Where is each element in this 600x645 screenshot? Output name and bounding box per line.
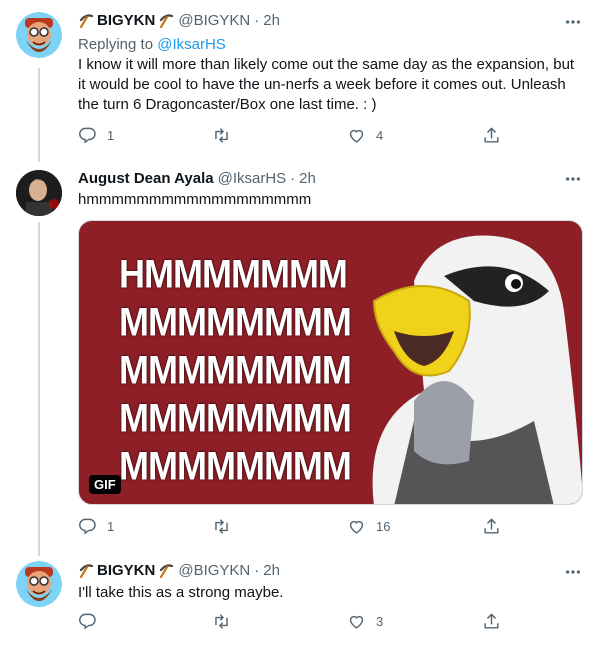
replying-to: Replying to @IksarHS (78, 36, 226, 53)
tweet-1[interactable]: BIGYKN @BIGYKN · 2h Replying to @IksarHS… (0, 0, 600, 160)
gif-text-line: MMMMMMMM (119, 347, 352, 393)
retweet-button[interactable] (212, 612, 241, 631)
like-icon (349, 520, 364, 534)
user-handle[interactable]: @IksarHS (218, 170, 287, 187)
gif-media[interactable]: HMMMMMMM MMMMMMMM MMMMMMMM MMMMMMMM MMMM… (78, 220, 583, 505)
retweet-button[interactable] (212, 126, 241, 145)
reply-button[interactable]: 1 (78, 126, 114, 145)
display-name[interactable]: BIGYKN (97, 12, 155, 29)
timestamp[interactable]: 2h (299, 170, 316, 187)
like-count: 16 (376, 519, 391, 534)
gif-text-line: HMMMMMMM (119, 251, 348, 297)
like-button[interactable]: 16 (347, 517, 390, 536)
share-icon (484, 518, 499, 534)
avatar[interactable] (16, 561, 62, 607)
tweet-text: hmmmmmmmmmmmmmmmmmm (78, 191, 312, 208)
like-button[interactable]: 3 (347, 612, 383, 631)
like-count: 3 (376, 614, 384, 629)
gif-text-line: MMMMMMMM (119, 395, 352, 441)
retweet-button[interactable] (212, 517, 241, 536)
more-icon[interactable] (564, 170, 582, 188)
like-count: 4 (376, 128, 384, 143)
display-name[interactable]: BIGYKN (97, 562, 155, 579)
replying-to-link[interactable]: @IksarHS (157, 36, 226, 53)
avatar[interactable] (16, 170, 62, 216)
reply-button[interactable]: 1 (78, 517, 114, 536)
gif-text-line: MMMMMMMM (119, 299, 352, 345)
user-handle[interactable]: @BIGYKN (178, 12, 250, 29)
user-handle[interactable]: @BIGYKN (178, 562, 250, 579)
avatar[interactable] (16, 12, 62, 58)
reply-count: 1 (107, 519, 115, 534)
separator-dot: · (290, 170, 296, 187)
share-button[interactable] (482, 612, 501, 631)
share-icon (484, 127, 499, 143)
share-icon (484, 613, 499, 629)
tweet-header: August Dean Ayala @IksarHS · 2h (78, 170, 316, 187)
gif-badge: GIF (89, 475, 121, 494)
reply-icon (79, 127, 96, 143)
retweet-icon (215, 614, 228, 629)
like-button[interactable]: 4 (347, 126, 383, 145)
separator-dot: · (254, 12, 260, 29)
reply-button[interactable] (78, 612, 107, 631)
reply-count: 1 (107, 128, 115, 143)
pickaxe-icon (79, 563, 94, 578)
pickaxe-icon (160, 563, 174, 578)
tweet-header: BIGYKN @BIGYKN · 2h (78, 12, 280, 29)
tweet-header: BIGYKN @BIGYKN · 2h (78, 562, 280, 579)
retweet-icon (215, 128, 228, 143)
tweet-text: I know it will more than likely come out… (78, 56, 575, 113)
eagle-mascot-image (372, 235, 582, 504)
separator-dot: · (254, 562, 260, 579)
reply-icon (79, 613, 96, 629)
timestamp[interactable]: 2h (263, 562, 280, 579)
more-icon[interactable] (564, 563, 582, 581)
retweet-icon (215, 519, 228, 534)
tweet-text: I'll take this as a strong maybe. (78, 584, 284, 601)
pickaxe-icon (160, 13, 174, 28)
display-name[interactable]: August Dean Ayala (78, 170, 214, 187)
share-button[interactable] (482, 517, 501, 536)
timestamp[interactable]: 2h (263, 12, 280, 29)
replying-prefix: Replying to (78, 36, 154, 53)
share-button[interactable] (482, 126, 501, 145)
more-icon[interactable] (564, 13, 582, 31)
reply-icon (79, 518, 96, 534)
like-icon (349, 615, 364, 629)
pickaxe-icon (79, 13, 94, 28)
like-icon (349, 129, 364, 143)
gif-text-line: MMMMMMMM (119, 443, 352, 489)
